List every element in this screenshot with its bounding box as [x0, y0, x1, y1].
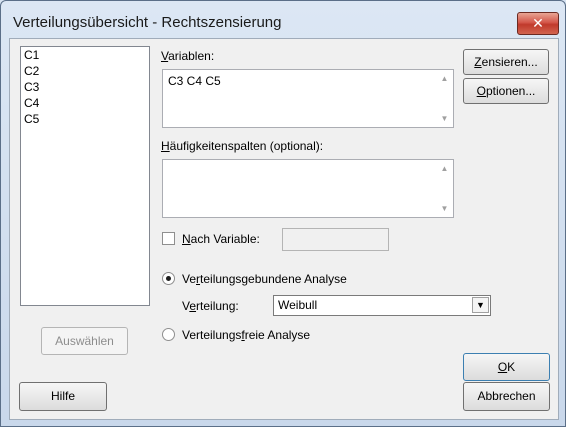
frequency-scrollbar[interactable]: ▲ ▼	[436, 160, 453, 217]
by-variable-checkbox[interactable]	[162, 232, 175, 245]
variables-label: Variablen:	[161, 49, 214, 63]
label-part: ensieren...	[481, 55, 538, 69]
label-part: Ve	[182, 272, 197, 286]
window-title: Verteilungsübersicht - Rechtszensierung	[13, 14, 282, 31]
label-part: äufigkeitenspalten (optional):	[169, 139, 324, 153]
nonparametric-analysis-radio[interactable]	[162, 328, 175, 341]
frequency-textarea[interactable]: ▲ ▼	[162, 159, 454, 218]
help-button[interactable]: Hilfe	[19, 382, 107, 411]
scroll-down-icon[interactable]: ▼	[436, 200, 453, 217]
label-part: Verteilungs	[182, 328, 242, 342]
scroll-up-icon[interactable]: ▲	[436, 70, 453, 87]
variables-scrollbar[interactable]: ▲ ▼	[436, 70, 453, 127]
distribution-label: Verteilung:	[182, 299, 239, 313]
label-accesskey: N	[182, 232, 191, 246]
distribution-value: Weibull	[278, 298, 318, 312]
column-list-item[interactable]: C4	[21, 95, 149, 111]
scroll-up-icon[interactable]: ▲	[436, 160, 453, 177]
column-list-item[interactable]: C2	[21, 63, 149, 79]
variables-textarea[interactable]: C3 C4 C5 ▲ ▼	[162, 69, 454, 128]
close-button[interactable]: ✕	[517, 12, 559, 35]
close-icon: ✕	[532, 15, 544, 31]
nonparametric-analysis-label[interactable]: Verteilungsfreie Analyse	[182, 328, 310, 342]
label-accesskey: O	[476, 84, 486, 98]
distribution-select[interactable]: Weibull ▼	[273, 295, 491, 316]
label-accesskey: H	[161, 139, 170, 153]
parametric-analysis-label[interactable]: Verteilungsgebundene Analyse	[182, 272, 347, 286]
column-listbox[interactable]: C1 C2 C3 C4 C5	[20, 46, 150, 306]
scroll-down-icon[interactable]: ▼	[436, 110, 453, 127]
select-button[interactable]: Auswählen	[41, 327, 128, 355]
label-accesskey: O	[497, 360, 508, 374]
label-part: teilungsgebundene Analyse	[200, 272, 347, 286]
title-bar[interactable]: Verteilungsübersicht - Rechtszensierung …	[1, 1, 565, 37]
censor-button[interactable]: Zensieren...	[463, 49, 549, 75]
cancel-button[interactable]: Abbrechen	[463, 382, 550, 411]
label-part: ach Variable:	[190, 232, 260, 246]
label-accesskey: Z	[474, 55, 482, 69]
column-list-item[interactable]: C5	[21, 111, 149, 127]
by-variable-field	[282, 228, 389, 251]
label-part: ariablen:	[168, 49, 215, 63]
ok-button[interactable]: OK	[463, 353, 550, 381]
label-part: rteilung:	[196, 299, 239, 313]
parametric-analysis-radio[interactable]	[162, 272, 175, 285]
options-button[interactable]: Optionen...	[463, 78, 549, 104]
label-part: ptionen...	[485, 84, 536, 98]
by-variable-label[interactable]: Nach Variable:	[182, 232, 260, 246]
column-list-item[interactable]: C3	[21, 79, 149, 95]
label-part: K	[507, 360, 516, 374]
frequency-label: Häufigkeitenspalten (optional):	[161, 139, 323, 153]
dialog-client-area: C1 C2 C3 C4 C5 Variablen: C3 C4 C5 ▲ ▼ H…	[9, 38, 559, 420]
column-list-item[interactable]: C1	[21, 47, 149, 63]
label-part: reie Analyse	[244, 328, 311, 342]
chevron-down-icon[interactable]: ▼	[472, 297, 489, 313]
dialog-window: Verteilungsübersicht - Rechtszensierung …	[0, 0, 566, 427]
variables-value: C3 C4 C5	[168, 74, 221, 88]
